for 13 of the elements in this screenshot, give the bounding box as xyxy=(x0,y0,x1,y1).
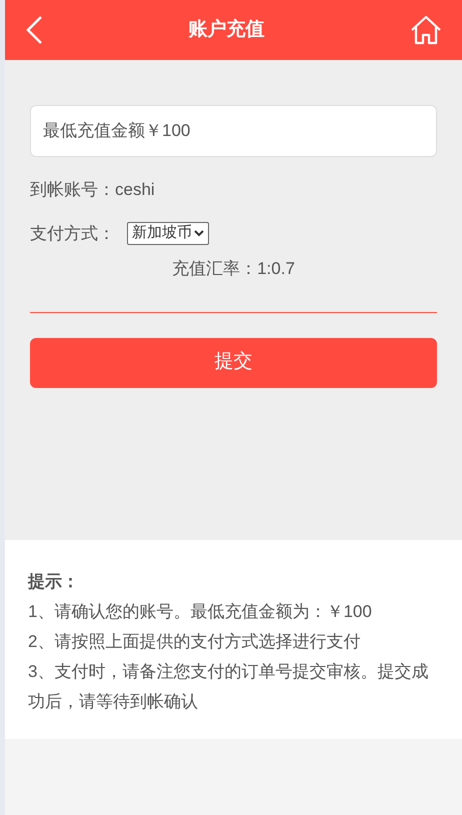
amount-field[interactable]: 最低充值金额￥100 xyxy=(30,105,437,157)
payment-select[interactable]: 新加坡币 xyxy=(127,222,209,245)
tip-text: 3、支付时，请备注您支付的订单号提交审核。提交成功后，请等待到帐确认 xyxy=(28,661,430,713)
tip-text: 2、请按照上面提供的支付方式选择进行支付 xyxy=(28,631,362,653)
exchange-rate: 充值汇率：1:0.7 xyxy=(171,258,296,280)
payment-label: 支付方式： xyxy=(30,222,115,244)
page-title: 账户充值 xyxy=(188,18,264,42)
tips-title: 提示： xyxy=(28,571,80,593)
chevron-down-icon xyxy=(194,230,204,237)
home-icon[interactable] xyxy=(410,15,442,45)
tip-text: 1、请确认您的账号。最低充值金额为：￥100 xyxy=(28,601,373,623)
account-info: 到帐账号：ceshi xyxy=(30,179,156,201)
back-icon[interactable] xyxy=(25,15,43,45)
